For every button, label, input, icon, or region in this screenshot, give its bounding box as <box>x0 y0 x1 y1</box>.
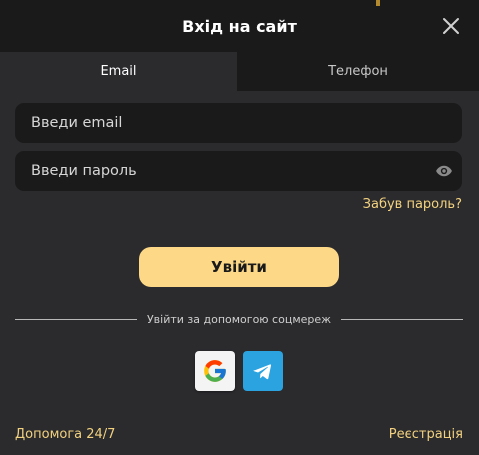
login-method-tabs: Email Телефон <box>0 52 479 91</box>
social-divider: Увійти за допомогою соцмереж <box>15 311 464 327</box>
social-divider-text: Увійти за допомогою соцмереж <box>146 312 332 326</box>
telegram-icon <box>253 364 272 380</box>
modal-header: Вхід на сайт <box>0 0 479 52</box>
modal-title: Вхід на сайт <box>182 16 297 36</box>
email-placeholder: Введи email <box>31 115 123 131</box>
close-button[interactable] <box>442 17 460 35</box>
telegram-login-button[interactable] <box>243 351 283 391</box>
tab-phone[interactable]: Телефон <box>237 52 479 91</box>
header-accent-mark <box>376 0 380 6</box>
tab-phone-label: Телефон <box>328 64 388 79</box>
google-icon <box>204 360 226 382</box>
divider-line-left <box>15 318 137 320</box>
email-field[interactable]: Введи email <box>15 103 462 143</box>
tab-email[interactable]: Email <box>0 52 237 91</box>
password-placeholder: Введи пароль <box>31 163 137 179</box>
login-modal: Вхід на сайт Email Телефон Введи email В… <box>0 0 479 455</box>
eye-icon[interactable] <box>434 162 454 180</box>
register-link[interactable]: Реєстрація <box>389 427 463 442</box>
google-login-button[interactable] <box>195 351 235 391</box>
help-link[interactable]: Допомога 24/7 <box>15 427 115 442</box>
forgot-password-link[interactable]: Забув пароль? <box>363 197 462 212</box>
close-icon <box>443 18 459 34</box>
password-field[interactable]: Введи пароль <box>15 151 462 191</box>
login-button[interactable]: Увійти <box>139 247 339 287</box>
tab-email-label: Email <box>100 64 137 79</box>
divider-line-right <box>341 318 464 320</box>
